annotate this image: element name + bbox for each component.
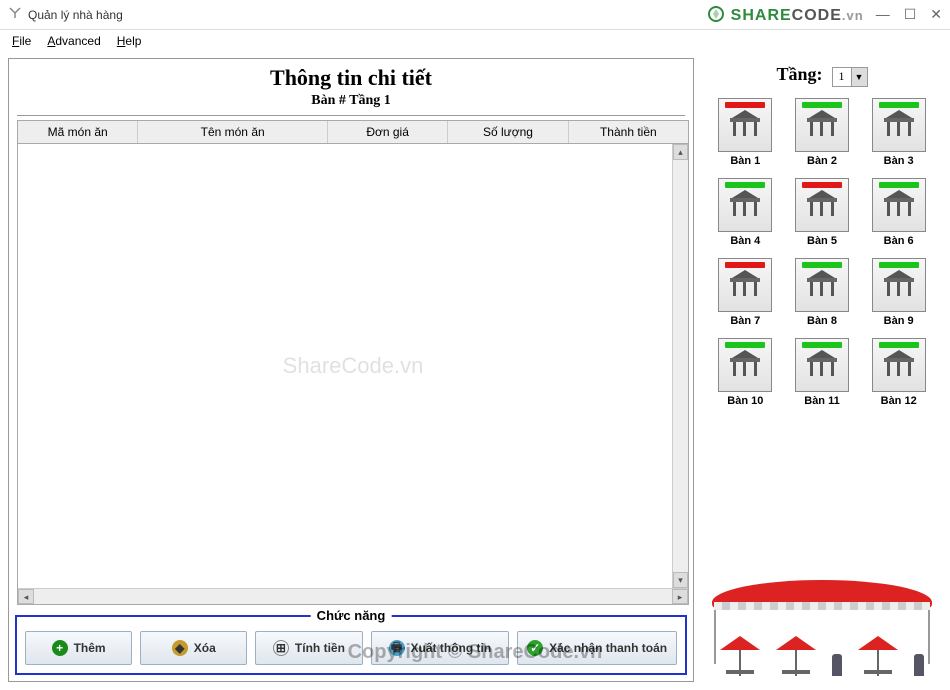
sharecode-logo: SHARECODE.vn: [707, 5, 864, 25]
menubar: File Advanced Help: [0, 30, 950, 52]
table-icon: [726, 268, 764, 303]
table-icon: [803, 108, 841, 143]
table-button-6[interactable]: [872, 178, 926, 232]
chevron-down-icon[interactable]: ▼: [851, 68, 867, 86]
app-icon: [8, 6, 22, 23]
menu-file[interactable]: File: [6, 32, 37, 50]
window-title: Quản lý nhà hàng: [28, 8, 123, 22]
table-icon: [880, 188, 918, 223]
table-label: Bàn 8: [791, 315, 854, 327]
floor-label: Tầng:: [776, 64, 822, 84]
table-icon: [726, 348, 764, 383]
table-icon: [726, 108, 764, 143]
maximize-button[interactable]: ☐: [904, 6, 917, 23]
details-panel: Thông tin chi tiết Bàn # Tầng 1 Mã món ă…: [8, 58, 694, 682]
scroll-up-icon[interactable]: ▴: [673, 144, 688, 160]
details-title: Thông tin chi tiết: [9, 65, 693, 91]
watermark-center: ShareCode.vn: [283, 353, 424, 379]
col-price[interactable]: Đơn giá: [328, 121, 448, 143]
delete-button[interactable]: ◆ Xóa: [140, 631, 247, 665]
table-button-7[interactable]: [718, 258, 772, 312]
col-total[interactable]: Thành tiền: [569, 121, 688, 143]
calculate-button[interactable]: ⊞ Tính tiền: [255, 631, 362, 665]
horizontal-scrollbar[interactable]: ◂ ▸: [18, 588, 688, 604]
order-table: Mã món ăn Tên món ăn Đơn giá Số lượng Th…: [17, 120, 689, 605]
printer-icon: 🖶: [389, 640, 405, 656]
titlebar: Quản lý nhà hàng SHARECODE.vn — ☐ ✕: [0, 0, 950, 30]
tables-panel: Tầng: 1 ▼ Bàn 1 Bàn 2 Bàn 3: [702, 58, 942, 682]
table-label: Bàn 3: [867, 155, 930, 167]
table-button-8[interactable]: [795, 258, 849, 312]
table-button-5[interactable]: [795, 178, 849, 232]
col-name[interactable]: Tên món ăn: [138, 121, 328, 143]
scroll-down-icon[interactable]: ▾: [673, 572, 688, 588]
table-icon: [803, 348, 841, 383]
table-icon: [880, 348, 918, 383]
add-button[interactable]: + Thêm: [25, 631, 132, 665]
table-icon: [726, 188, 764, 223]
table-button-12[interactable]: [872, 338, 926, 392]
table-button-4[interactable]: [718, 178, 772, 232]
table-icon: [803, 268, 841, 303]
scroll-left-icon[interactable]: ◂: [18, 589, 34, 604]
table-button-3[interactable]: [872, 98, 926, 152]
table-icon: [803, 188, 841, 223]
close-button[interactable]: ✕: [930, 6, 942, 23]
grid-icon: ⊞: [273, 640, 289, 656]
table-label: Bàn 1: [714, 155, 777, 167]
plus-icon: +: [52, 640, 68, 656]
table-body[interactable]: ShareCode.vn ▴ ▾: [18, 144, 688, 588]
eraser-icon: ◆: [172, 640, 188, 656]
functions-group: Chức năng + Thêm ◆ Xóa ⊞ Tính tiền 🖶 Xuấ…: [15, 615, 687, 675]
table-icon: [880, 268, 918, 303]
functions-legend: Chức năng: [311, 608, 392, 623]
export-button[interactable]: 🖶 Xuất thông tin: [371, 631, 510, 665]
col-qty[interactable]: Số lượng: [448, 121, 568, 143]
restaurant-illustration: [702, 562, 942, 682]
table-icon: [880, 108, 918, 143]
table-label: Bàn 12: [867, 395, 930, 407]
table-button-1[interactable]: [718, 98, 772, 152]
table-label: Bàn 5: [791, 235, 854, 247]
floor-combobox[interactable]: 1 ▼: [832, 67, 868, 87]
table-label: Bàn 9: [867, 315, 930, 327]
table-label: Bàn 11: [791, 395, 854, 407]
table-label: Bàn 4: [714, 235, 777, 247]
details-subtitle: Bàn # Tầng 1: [9, 93, 693, 109]
table-label: Bàn 6: [867, 235, 930, 247]
table-button-10[interactable]: [718, 338, 772, 392]
confirm-payment-button[interactable]: ✓ Xác nhận thanh toán: [517, 631, 677, 665]
menu-advanced[interactable]: Advanced: [41, 32, 106, 50]
table-label: Bàn 2: [791, 155, 854, 167]
table-label: Bàn 10: [714, 395, 777, 407]
table-label: Bàn 7: [714, 315, 777, 327]
table-button-11[interactable]: [795, 338, 849, 392]
menu-help[interactable]: Help: [111, 32, 148, 50]
minimize-button[interactable]: —: [876, 6, 890, 23]
vertical-scrollbar[interactable]: ▴ ▾: [672, 144, 688, 588]
table-button-2[interactable]: [795, 98, 849, 152]
check-icon: ✓: [527, 640, 543, 656]
col-code[interactable]: Mã món ăn: [18, 121, 138, 143]
table-button-9[interactable]: [872, 258, 926, 312]
scroll-right-icon[interactable]: ▸: [672, 589, 688, 604]
